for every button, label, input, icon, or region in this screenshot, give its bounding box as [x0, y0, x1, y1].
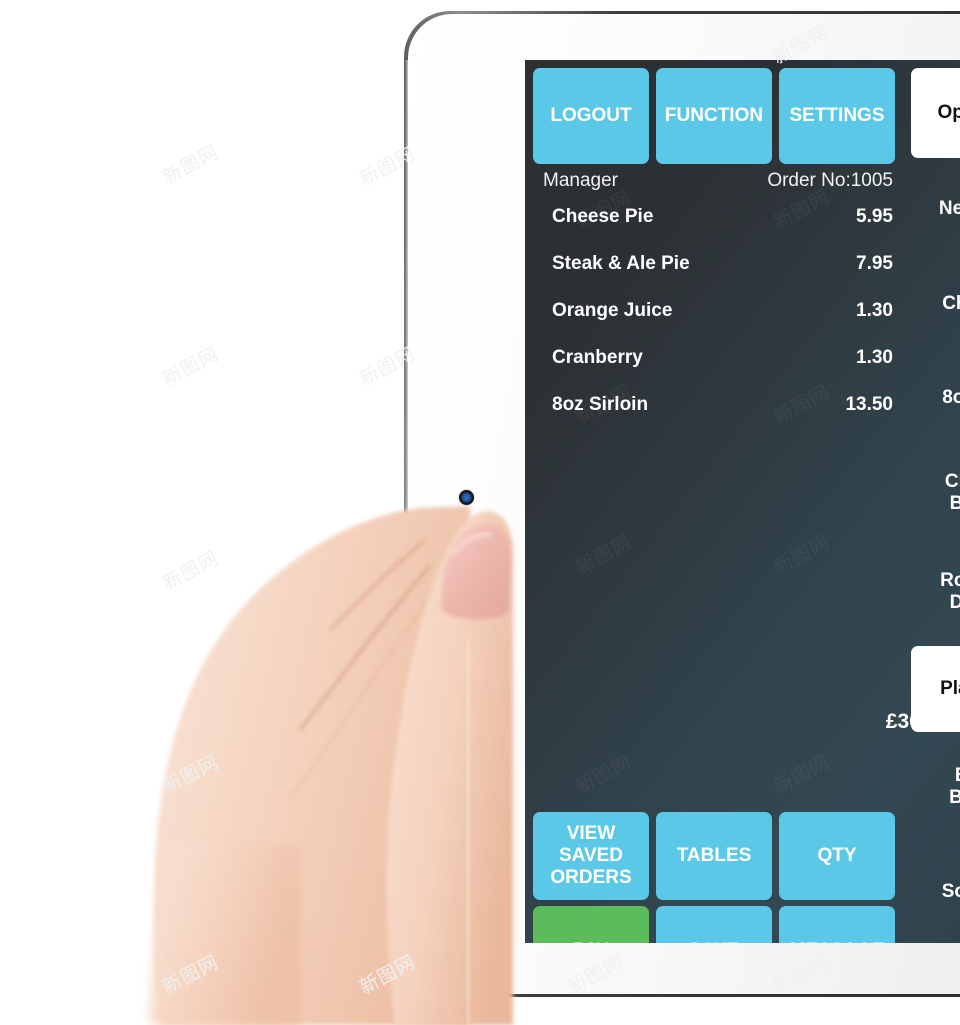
- settings-button[interactable]: SETTINGS: [779, 68, 895, 164]
- logout-button[interactable]: LOGOUT: [533, 68, 649, 164]
- product-label: New Yor: [938, 197, 960, 219]
- product-label: ChickeBreas: [944, 470, 960, 514]
- product-button-8oz-sirloin[interactable]: 8oz Sirl: [911, 354, 960, 442]
- product-label: BeerBottle: [949, 765, 960, 808]
- operator-name: Manager: [543, 170, 618, 191]
- order-item-price: 5.95: [856, 206, 893, 227]
- order-item-name: Cheese Pie: [552, 206, 654, 227]
- order-number: Order No:1005: [767, 170, 893, 191]
- product-label: Roast BDinne: [940, 569, 960, 613]
- pos-screen: 新图网 新图网 新图网 新图网 新图网 新图网 新图网 新图网 LOGOUT F…: [525, 60, 960, 943]
- product-label: Cheese: [942, 292, 960, 314]
- product-label: 8oz Sirl: [942, 386, 960, 408]
- message-label: MESSAGE: [789, 940, 884, 943]
- function-label: FUNCTION: [664, 104, 764, 126]
- qty-label: QTY: [817, 844, 857, 866]
- product-button-column: Open Fo New Yor Cheese 8oz Sirl ChickeBr…: [903, 60, 960, 943]
- order-item-price: 13.50: [845, 394, 893, 415]
- order-item-name: Steak & Ale Pie: [552, 253, 690, 274]
- view-saved-orders-label: VIEW SAVED ORDERS: [550, 822, 632, 889]
- product-label: Soft Dri: [941, 880, 960, 902]
- product-button-beer-bottle[interactable]: BeerBottle: [911, 738, 960, 836]
- logout-label: LOGOUT: [550, 104, 632, 126]
- product-button-cheese[interactable]: Cheese: [911, 260, 960, 348]
- product-button-roast-beef[interactable]: Roast BDinne: [911, 544, 960, 640]
- order-row[interactable]: Cranberry 1.30: [525, 347, 903, 377]
- product-button-new-yorker[interactable]: New Yor: [911, 164, 960, 254]
- product-button-chicken-breast[interactable]: ChickeBreas: [911, 448, 960, 538]
- pay-button[interactable]: PAY: [533, 906, 649, 943]
- order-item-name: 8oz Sirloin: [552, 394, 649, 415]
- order-row[interactable]: Steak & Ale Pie 7.95: [525, 253, 903, 283]
- product-button-plain-jacket[interactable]: Plain Ja: [911, 646, 960, 732]
- message-button[interactable]: MESSAGE: [779, 906, 895, 943]
- order-row[interactable]: 8oz Sirloin 13.50: [525, 394, 903, 424]
- qty-button[interactable]: QTY: [779, 812, 895, 900]
- order-item-price: 1.30: [856, 347, 893, 368]
- product-label: Plain Ja: [940, 677, 960, 699]
- product-button-open-food[interactable]: Open Fo: [911, 68, 960, 158]
- front-camera-icon: [459, 490, 474, 505]
- screenshot-root: 新图网 新图网 新图网 新图网 新图网 新图网 新图网 新图网 LOGOUT F…: [0, 0, 960, 1025]
- order-item-price: 7.95: [856, 253, 893, 274]
- order-item-name: Cranberry: [552, 347, 643, 368]
- product-label: Open Fo: [937, 101, 960, 123]
- save-button[interactable]: SAVE: [656, 906, 772, 943]
- tables-button[interactable]: TABLES: [656, 812, 772, 900]
- tables-label: TABLES: [676, 844, 752, 866]
- view-saved-orders-button[interactable]: VIEW SAVED ORDERS: [533, 812, 649, 900]
- order-row[interactable]: Cheese Pie 5.95: [525, 206, 903, 236]
- order-item-price: 1.30: [856, 300, 893, 321]
- order-header: Manager Order No:1005: [525, 170, 903, 198]
- order-item-name: Orange Juice: [552, 300, 673, 321]
- pay-label: PAY: [573, 940, 609, 943]
- product-button-soft-drinks[interactable]: Soft Dri: [911, 842, 960, 942]
- order-list: Manager Order No:1005 Cheese Pie 5.95 St…: [525, 170, 903, 810]
- order-row[interactable]: Orange Juice 1.30: [525, 300, 903, 330]
- settings-label: SETTINGS: [789, 104, 885, 126]
- function-button[interactable]: FUNCTION: [656, 68, 772, 164]
- save-label: SAVE: [689, 940, 739, 943]
